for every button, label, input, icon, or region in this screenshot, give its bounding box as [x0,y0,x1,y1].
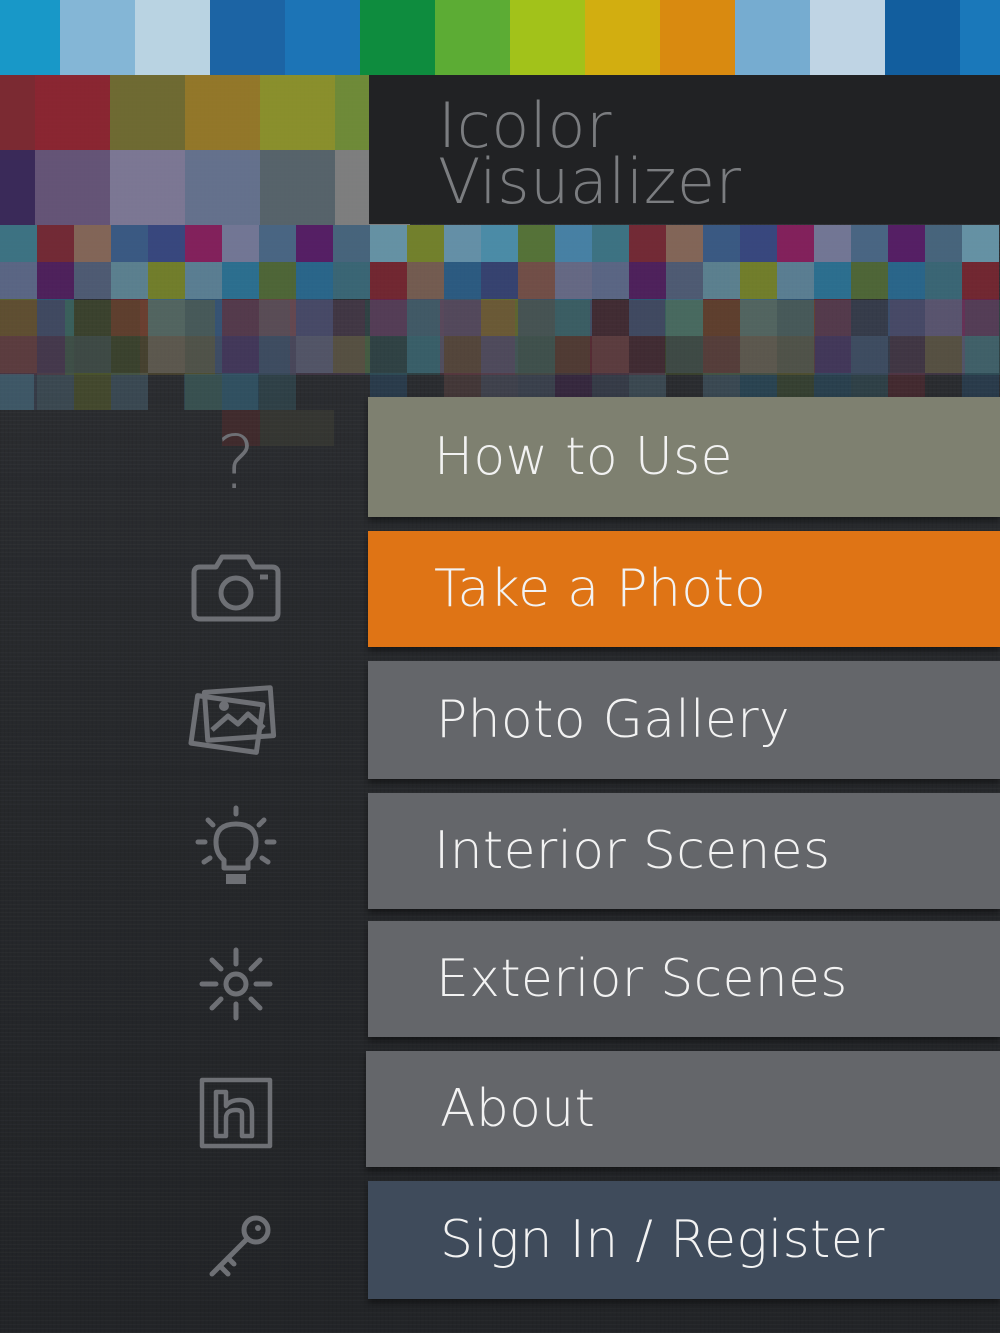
app-title-line2: Visualizer [438,145,742,218]
sun-icon[interactable] [186,934,286,1034]
menu-item-label: Interior Scenes [434,821,831,881]
menu-item-about[interactable]: About [366,1051,1000,1167]
menu-item-exterior-scenes[interactable]: Exterior Scenes [368,921,1000,1037]
menu-item-label: About [440,1079,596,1139]
menu-item-photo-gallery[interactable]: Photo Gallery [368,661,1000,779]
menu-item-label: How to Use [434,427,733,487]
app-header: Icolor Visualizer [369,75,1000,224]
menu-item-label: Photo Gallery [436,690,790,750]
question-mark-icon[interactable]: ? [186,412,286,512]
menu-item-label: Exterior Scenes [436,949,848,1009]
menu-item-label: Take a Photo [434,559,767,619]
menu-item-take-a-photo[interactable]: Take a Photo [368,531,1000,647]
key-icon[interactable] [190,1196,290,1296]
svg-text:?: ? [216,420,255,506]
brand-logo-icon[interactable] [186,1064,286,1164]
camera-icon[interactable] [186,539,286,639]
menu-item-label: Sign In / Register [440,1210,885,1270]
photo-gallery-icon[interactable] [184,670,284,770]
menu-item-sign-in-register[interactable]: Sign In / Register [368,1181,1000,1299]
menu-item-interior-scenes[interactable]: Interior Scenes [368,793,1000,909]
menu-item-how-to-use[interactable]: How to Use [368,397,1000,517]
lightbulb-icon[interactable] [186,800,286,900]
